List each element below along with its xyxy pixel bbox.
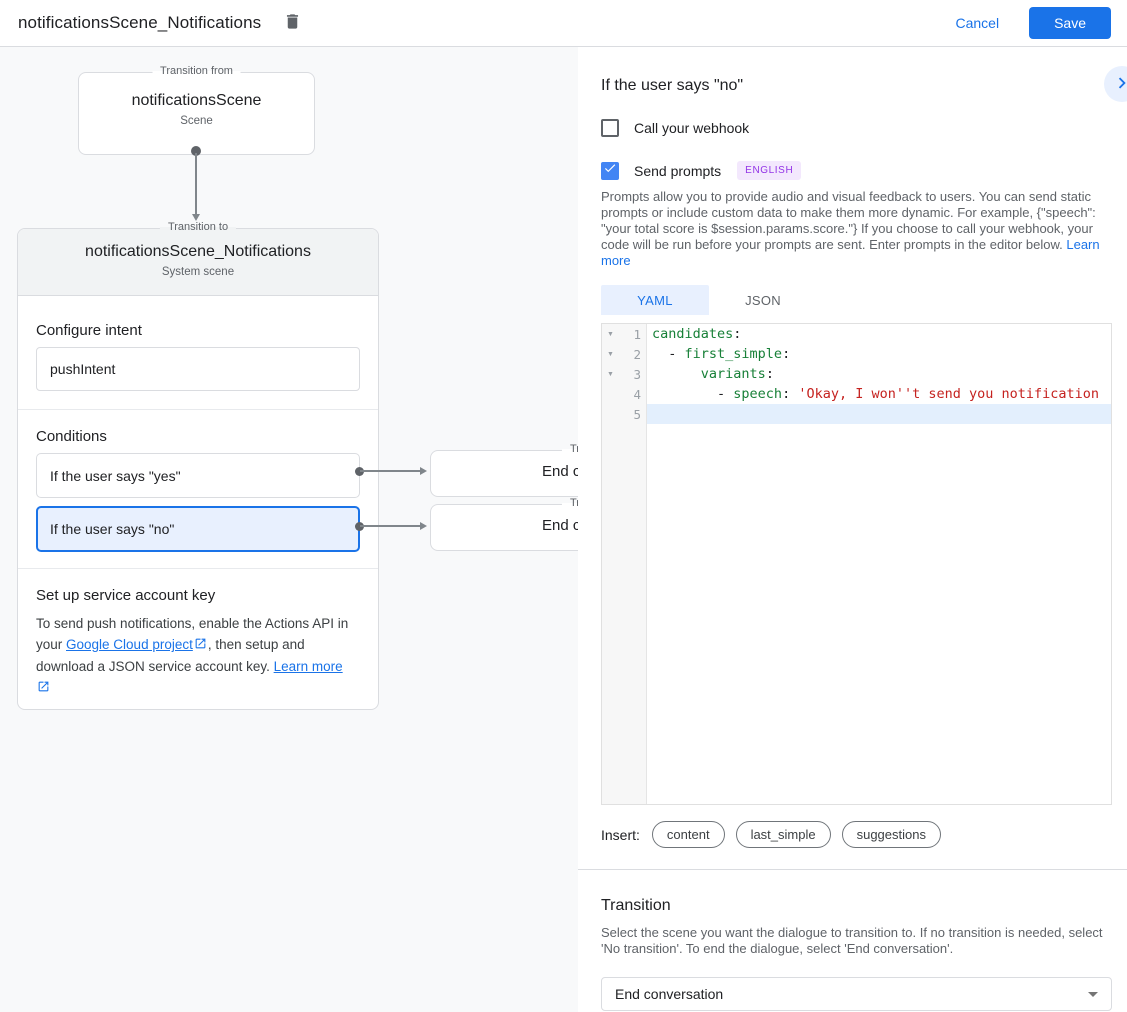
condition-item-no[interactable]: If the user says "no"	[36, 506, 360, 552]
node-title: notificationsScene	[79, 92, 314, 110]
insert-chip-suggestions[interactable]: suggestions	[842, 821, 941, 848]
code-token: -	[652, 346, 685, 362]
learn-more-link[interactable]: Learn more	[274, 659, 343, 674]
send-prompts-checkbox[interactable]	[601, 162, 619, 180]
intent-field[interactable]: pushIntent	[36, 347, 360, 391]
transition-select[interactable]: End conversation	[601, 977, 1112, 1011]
delete-scene-button[interactable]	[279, 10, 305, 36]
save-button[interactable]: Save	[1029, 7, 1111, 39]
webhook-row: Call your webhook	[601, 119, 1112, 137]
code-token: :	[766, 366, 774, 382]
condition-item-yes[interactable]: If the user says "yes"	[36, 453, 360, 498]
editor-line: ▼3 variants:	[602, 364, 1111, 384]
arrow-down-icon	[192, 214, 200, 221]
code-token: variants	[701, 366, 766, 382]
checkmark-icon	[603, 161, 617, 180]
line-number: 1	[618, 327, 646, 342]
tab-yaml[interactable]: YAML	[601, 285, 709, 315]
configure-intent-heading: Configure intent	[36, 296, 360, 339]
connector-line	[360, 470, 420, 472]
scene-diagram-canvas: Transition from notificationsScene Scene…	[0, 47, 578, 1012]
editor-line: 4 - speech: 'Okay, I won''t send you not…	[602, 384, 1111, 404]
tab-json[interactable]: JSON	[709, 285, 817, 315]
condition-editor-panel: If the user says "no" Call your webhook …	[578, 47, 1127, 1012]
code-token: first_simple	[685, 346, 783, 362]
external-link-icon	[194, 635, 207, 656]
line-number: 3	[618, 367, 646, 382]
panel-title: If the user says "no"	[601, 75, 1112, 97]
insert-row: Insert: content last_simple suggestions	[601, 821, 1112, 848]
code-token: speech	[733, 386, 782, 402]
arrow-right-icon	[420, 522, 427, 530]
code-token: :	[733, 326, 741, 342]
prompts-description-text: Prompts allow you to provide audio and v…	[601, 189, 1096, 252]
send-prompts-label: Send prompts	[634, 163, 721, 179]
conditions-heading: Conditions	[36, 410, 360, 445]
yaml-code-editor[interactable]: ▼1 candidates: ▼2 - first_simple: ▼3 var…	[601, 323, 1112, 805]
node-legend: Transition from	[152, 65, 241, 77]
dropdown-caret-icon	[1088, 992, 1098, 997]
editor-format-tabs: YAML JSON	[601, 285, 1112, 315]
insert-label: Insert:	[601, 827, 640, 843]
service-account-text: To send push notifications, enable the A…	[36, 613, 360, 699]
code-token: candidates	[652, 326, 733, 342]
scene-title: notificationsScene_Notifications	[18, 243, 378, 261]
top-bar: notificationsScene_Notifications Cancel …	[0, 0, 1127, 47]
google-cloud-project-link[interactable]: Google Cloud project	[66, 637, 193, 652]
service-account-heading: Set up service account key	[36, 569, 360, 604]
arrow-right-icon	[420, 467, 427, 475]
code-token: :	[782, 386, 798, 402]
transition-heading: Transition	[601, 897, 1112, 915]
fold-toggle-icon[interactable]: ▼	[602, 371, 618, 378]
page-title: notificationsScene_Notifications	[18, 13, 261, 33]
scene-card-header[interactable]: notificationsScene_Notifications System …	[18, 229, 378, 296]
connector-line	[195, 153, 197, 215]
fold-toggle-icon[interactable]: ▼	[602, 351, 618, 358]
chevron-right-icon	[1111, 72, 1127, 97]
send-prompts-row: Send prompts ENGLISH	[601, 161, 1112, 180]
call-webhook-checkbox[interactable]	[601, 119, 619, 137]
code-token: -	[652, 386, 733, 402]
node-legend: Transition to	[160, 221, 236, 233]
insert-chip-last-simple[interactable]: last_simple	[736, 821, 831, 848]
connector-line	[360, 525, 420, 527]
editor-empty-area	[602, 424, 1111, 804]
line-number: 4	[618, 387, 646, 402]
node-subtitle: Scene	[79, 115, 314, 127]
transition-select-value: End conversation	[615, 986, 723, 1002]
scene-subtitle: System scene	[18, 266, 378, 278]
editor-line: 5	[602, 404, 1111, 424]
line-number: 5	[618, 407, 646, 422]
cancel-button[interactable]: Cancel	[955, 15, 999, 31]
editor-line: ▼1 candidates:	[602, 324, 1111, 344]
external-link-icon	[37, 678, 50, 699]
node-transition-from[interactable]: Transition from notificationsScene Scene	[78, 72, 315, 155]
editor-line: ▼2 - first_simple:	[602, 344, 1111, 364]
code-token: :	[782, 346, 790, 362]
transition-description: Select the scene you want the dialogue t…	[601, 925, 1112, 957]
insert-chip-content[interactable]: content	[652, 821, 725, 848]
panel-divider	[578, 869, 1127, 870]
active-line	[647, 404, 1111, 424]
code-token	[652, 366, 701, 382]
node-transition-to: Transition to notificationsScene_Notific…	[17, 228, 379, 710]
call-webhook-label: Call your webhook	[634, 120, 749, 136]
trash-icon	[283, 12, 302, 34]
prompts-description: Prompts allow you to provide audio and v…	[601, 189, 1112, 269]
code-token: 'Okay, I won''t send you notification	[798, 386, 1099, 402]
line-number: 2	[618, 347, 646, 362]
fold-toggle-icon[interactable]: ▼	[602, 331, 618, 338]
language-badge: ENGLISH	[737, 161, 801, 180]
